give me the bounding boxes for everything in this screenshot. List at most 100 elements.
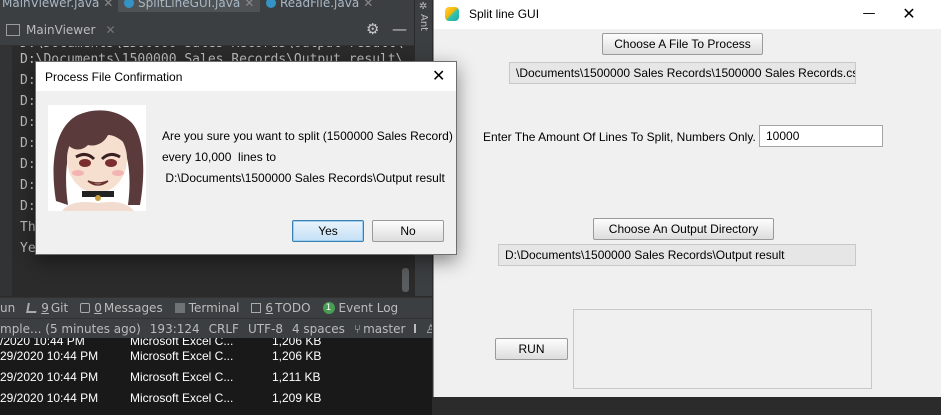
confirmation-dialog: Process File Confirmation ✕ Are you sure…	[35, 61, 457, 255]
todo-tool-button[interactable]: 6 TODO	[251, 301, 311, 315]
console-line: D:	[20, 199, 36, 214]
run-tool-label: un	[0, 301, 16, 315]
line-separator[interactable]: CRLF	[209, 322, 239, 336]
console-line: D:	[20, 178, 36, 193]
close-icon[interactable]: ✕	[103, 0, 113, 10]
dialog-character-image	[48, 105, 146, 211]
messages-icon	[80, 303, 91, 313]
tool-window-bar: un 9 Git 0 Messages Terminal 6 TODO 1 Event…	[0, 297, 432, 318]
git-branch[interactable]: master	[363, 322, 405, 336]
minimize-panel-icon[interactable]: —	[392, 20, 407, 38]
file-date: 29/2020 10:44 PM	[0, 370, 99, 384]
file-type: Microsoft Excel C...	[130, 349, 234, 363]
gear-icon[interactable]: ⚙	[366, 20, 379, 38]
file-date: 29/2020 10:44 PM	[0, 349, 99, 363]
console-line: D:	[20, 94, 36, 109]
terminal-icon	[174, 303, 185, 313]
file-explorer-list: /2020 10:44 PM Microsoft Excel C... 1,20…	[0, 338, 432, 415]
no-button[interactable]: No	[372, 220, 444, 242]
editor-tab-bar: MainViewer.java ✕ SplitLineGUI.java ✕ Re…	[0, 0, 432, 12]
file-size: 1,211 KB	[272, 370, 321, 384]
messages-tool-button[interactable]: 0 Messages	[80, 301, 163, 315]
java-class-icon	[124, 0, 134, 8]
messages-tool-label: Messages	[103, 301, 163, 315]
dialog-message: Are you sure you want to split (1500000 …	[162, 126, 453, 189]
ide-status-bar: mple... (5 minutes ago) 193:124 CRLF UTF…	[0, 318, 432, 338]
branch-icon: ⑂	[353, 321, 362, 336]
split-line-gui-window: Split line GUI — ✕ Choose A File To Proc…	[433, 0, 941, 397]
file-date: 29/2020 10:44 PM	[0, 391, 99, 405]
close-icon[interactable]: ✕	[105, 23, 115, 37]
todo-icon	[251, 303, 262, 313]
file-encoding[interactable]: UTF-8	[248, 322, 283, 336]
console-line: D:	[20, 136, 36, 151]
result-text-area[interactable]	[573, 309, 872, 389]
close-icon[interactable]: ✕	[432, 66, 445, 85]
git-tool-label: Git	[50, 301, 69, 315]
console-line: D:	[20, 73, 36, 88]
close-icon[interactable]: ✕	[363, 0, 373, 10]
todo-tool-label: TODO	[275, 301, 311, 315]
file-type: Microsoft Excel C...	[130, 370, 234, 384]
indent-setting[interactable]: 4 spaces	[292, 322, 345, 336]
close-icon[interactable]: ✕	[889, 0, 929, 29]
lines-label: Enter The Amount Of Lines To Split, Numb…	[483, 130, 756, 144]
list-item[interactable]: 29/2020 10:44 PM Microsoft Excel C... 1,…	[0, 388, 432, 408]
caret-position[interactable]: 193:124	[150, 322, 200, 336]
run-button[interactable]: RUN	[495, 338, 568, 360]
minimize-icon[interactable]: —	[849, 0, 889, 29]
choose-directory-button[interactable]: Choose An Output Directory	[593, 218, 774, 240]
dialog-message-line: Are you sure you want to split (1500000 …	[162, 129, 453, 143]
run-console-tab-label: MainViewer	[26, 23, 96, 37]
ant-icon[interactable]: ✲	[419, 1, 427, 12]
list-item[interactable]: 29/2020 10:44 PM Microsoft Excel C... 1,…	[0, 346, 432, 366]
dialog-titlebar: Process File Confirmation ✕	[36, 62, 456, 91]
console-scrollbar[interactable]	[402, 268, 409, 292]
dialog-message-line: every 10,000 lines to	[162, 150, 277, 164]
dialog-title: Process File Confirmation	[45, 70, 183, 84]
editor-tab-label: MainViewer.java	[2, 0, 100, 10]
editor-tab-mainviewer[interactable]: MainViewer.java ✕	[2, 0, 113, 12]
list-item[interactable]: 29/2020 10:44 PM Microsoft Excel C... 1,…	[0, 367, 432, 387]
inspector-icon[interactable]: ♙	[425, 322, 432, 336]
file-size: 1,209 KB	[272, 391, 322, 405]
choose-file-button[interactable]: Choose A File To Process	[602, 33, 763, 55]
event-log-badge-icon: 1	[322, 302, 335, 314]
editor-tab-splitlinegui[interactable]: SplitLineGUI.java ✕	[118, 0, 261, 12]
file-size: 1,206 KB	[272, 349, 322, 363]
terminal-tool-button[interactable]: Terminal	[174, 301, 240, 315]
lines-input[interactable]: 10000	[759, 125, 883, 147]
editor-tab-label: ReadFile.java	[280, 0, 360, 10]
event-log-tool-label: Event Log	[338, 301, 399, 315]
ant-tool-label[interactable]: Ant	[418, 14, 429, 31]
window-titlebar: Split line GUI — ✕	[434, 0, 941, 29]
console-line: Ye	[20, 241, 36, 256]
close-icon[interactable]: ✕	[244, 0, 254, 10]
console-line: D:	[20, 157, 36, 172]
todo-shortcut-number: 6	[265, 301, 274, 315]
git-tool-button[interactable]: 9 Git	[26, 301, 69, 315]
run-console-tab[interactable]: MainViewer ✕	[6, 20, 116, 40]
console-line: D:	[20, 115, 36, 130]
file-type: Microsoft Excel C...	[130, 391, 234, 405]
dialog-message-line: D:\Documents\1500000 Sales Records\Outpu…	[162, 171, 445, 185]
yes-button[interactable]: Yes	[292, 220, 364, 242]
java-class-icon	[266, 0, 276, 8]
git-icon	[26, 303, 39, 313]
window-title: Split line GUI	[469, 7, 540, 21]
console-icon	[6, 24, 20, 36]
app-icon	[445, 7, 459, 21]
console-line: Th	[20, 220, 36, 235]
status-message[interactable]: mple... (5 minutes ago)	[0, 322, 141, 336]
editor-tab-readfile[interactable]: ReadFile.java ✕	[266, 0, 373, 12]
event-log-tool-button[interactable]: 1 Event Log	[322, 301, 399, 315]
terminal-tool-label: Terminal	[188, 301, 240, 315]
editor-tab-label: SplitLineGUI.java	[138, 0, 241, 10]
run-tool-button[interactable]: un	[0, 301, 15, 315]
lock-icon[interactable]	[414, 324, 417, 333]
console-gutter	[0, 46, 12, 296]
anime-character-icon	[48, 105, 146, 211]
file-path-field: \Documents\1500000 Sales Records\1500000…	[509, 62, 856, 84]
git-shortcut-number: 9	[41, 301, 49, 315]
messages-shortcut-number: 0	[94, 301, 102, 315]
